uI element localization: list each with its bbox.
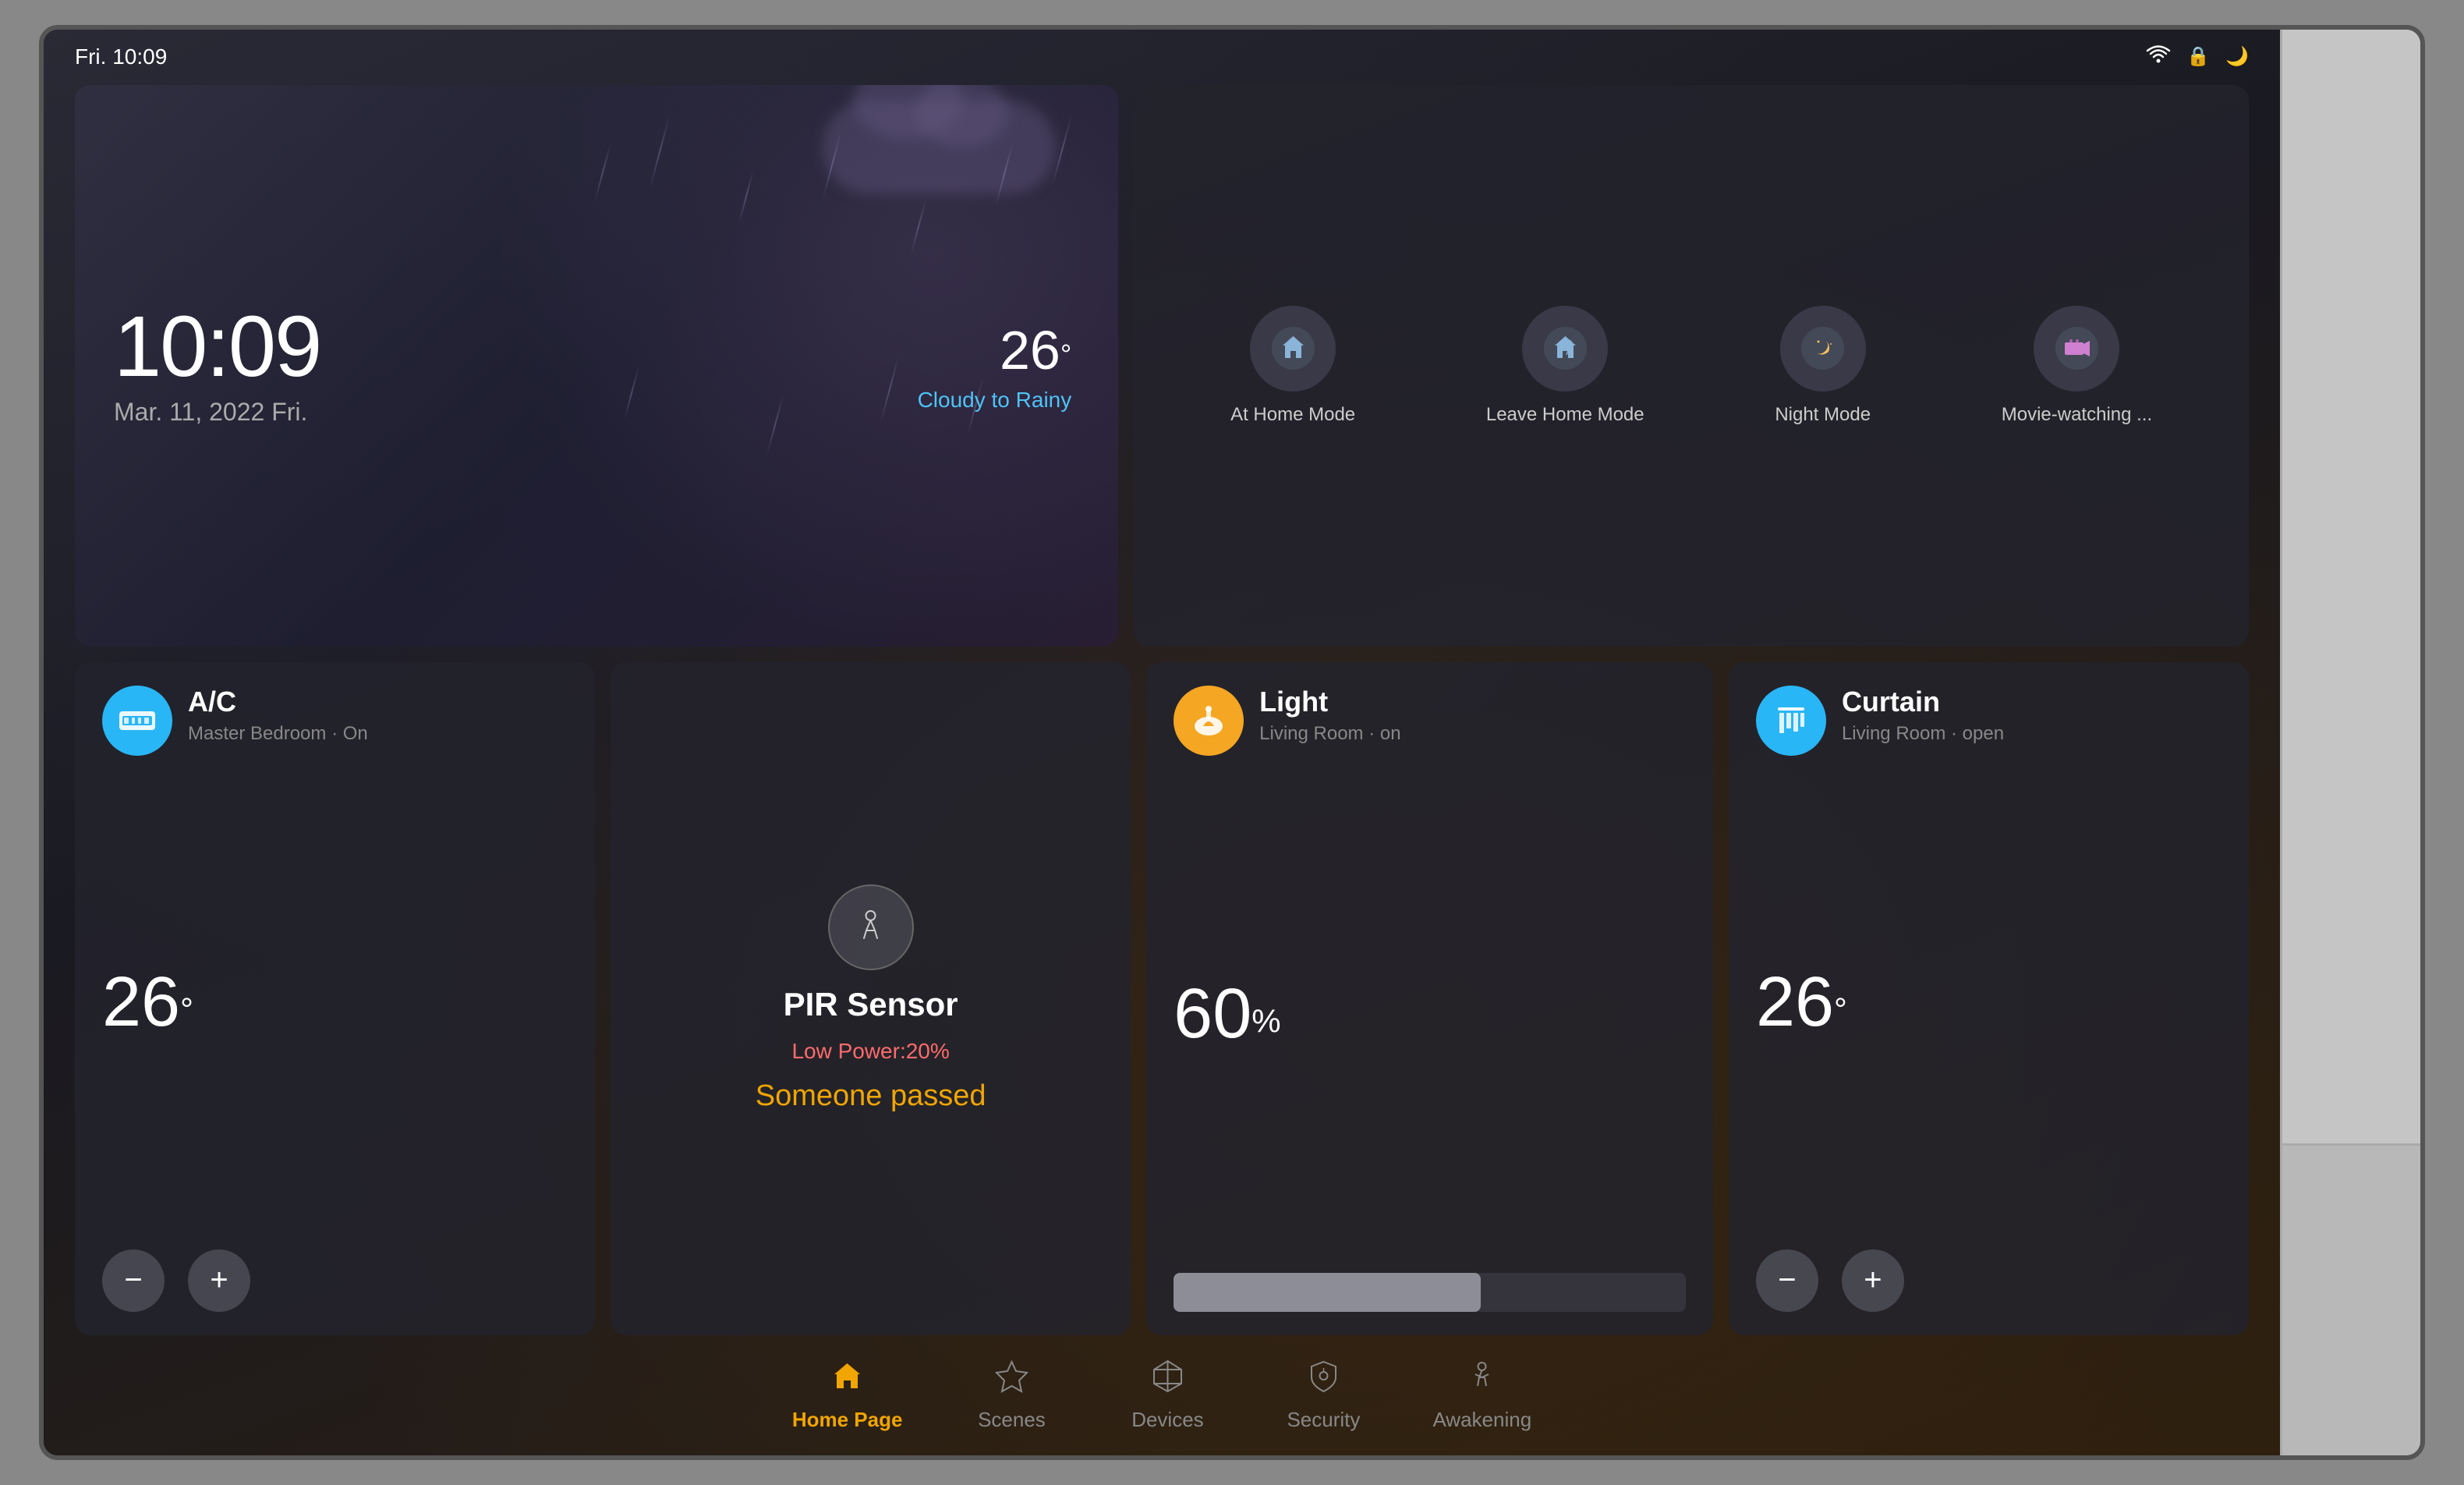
nav-home[interactable]: Home Page	[792, 1359, 903, 1432]
scene-at-home[interactable]: At Home Mode	[1230, 306, 1355, 426]
scene-at-home-icon	[1250, 306, 1336, 392]
nav-security-icon	[1306, 1359, 1341, 1402]
weather-description: Cloudy to Rainy	[918, 388, 1072, 413]
curtain-controls: − +	[1756, 1249, 2221, 1312]
right-panel-bottom	[2282, 1143, 2420, 1455]
nav-devices-icon	[1150, 1359, 1185, 1402]
weather-card: 10:09 Mar. 11, 2022 Fri. 26° Cloudy to R…	[75, 85, 1118, 647]
light-icon	[1174, 686, 1244, 756]
nav-devices-label: Devices	[1131, 1408, 1203, 1432]
bottom-row: A/C Master Bedroom · On 26° − +	[75, 662, 2249, 1335]
scene-night[interactable]: Night Mode	[1775, 306, 1871, 426]
nav-bar: Home Page Scenes	[44, 1343, 2280, 1455]
light-card[interactable]: Light Living Room · on 60%	[1146, 662, 1713, 1335]
pir-power-alert: Low Power:20%	[791, 1039, 949, 1064]
nav-scenes[interactable]: Scenes	[965, 1359, 1058, 1432]
scene-night-icon	[1780, 306, 1866, 392]
scene-at-home-label: At Home Mode	[1230, 404, 1355, 426]
curtain-name: Curtain	[1842, 686, 2004, 718]
ac-title-group: A/C Master Bedroom · On	[188, 686, 368, 745]
nav-scenes-icon	[994, 1359, 1029, 1402]
pir-card: PIR Sensor Low Power:20% Someone passed	[611, 662, 1131, 1335]
brightness-fill	[1174, 1273, 1481, 1312]
curtain-header: Curtain Living Room · open	[1756, 686, 2221, 756]
nav-home-label: Home Page	[792, 1408, 903, 1432]
scenes-card: At Home Mode Leave Home	[1134, 85, 2249, 647]
ac-subtitle: Master Bedroom · On	[188, 723, 368, 745]
ac-temperature: 26	[102, 963, 180, 1041]
pir-name: PIR Sensor	[784, 986, 958, 1023]
light-name: Light	[1259, 686, 1400, 718]
top-row: 10:09 Mar. 11, 2022 Fri. 26° Cloudy to R…	[75, 85, 2249, 647]
curtain-unit: °	[1834, 991, 1847, 1028]
main-screen: Fri. 10:09 🔒 🌙	[44, 30, 2280, 1455]
ac-unit: °	[180, 991, 193, 1028]
nav-security[interactable]: Security	[1276, 1359, 1370, 1432]
device-frame: Fri. 10:09 🔒 🌙	[39, 25, 2425, 1460]
nav-home-icon	[830, 1359, 865, 1402]
nav-awakening-icon	[1464, 1359, 1499, 1402]
curtain-value: 26	[1756, 963, 1834, 1041]
light-value-group: 60%	[1174, 979, 1686, 1049]
scene-leave-home[interactable]: Leave Home Mode	[1486, 306, 1644, 426]
ac-icon	[102, 686, 172, 756]
ac-controls: − +	[102, 1249, 568, 1312]
light-unit: %	[1251, 1003, 1280, 1040]
ac-decrease-button[interactable]: −	[102, 1249, 165, 1312]
scene-leave-home-icon	[1522, 306, 1608, 392]
weather-temperature: 26°	[918, 319, 1072, 381]
pir-status: Someone passed	[756, 1079, 986, 1113]
wifi-icon	[2146, 44, 2171, 69]
curtain-value-group: 26°	[1756, 967, 2221, 1037]
curtain-icon	[1756, 686, 1826, 756]
light-header: Light Living Room · on	[1174, 686, 1686, 756]
brightness-bar[interactable]	[1174, 1273, 1686, 1312]
nav-scenes-label: Scenes	[978, 1408, 1046, 1432]
weather-info: 26° Cloudy to Rainy	[918, 319, 1072, 413]
curtain-title-group: Curtain Living Room · open	[1842, 686, 2004, 745]
nav-awakening-label: Awakening	[1432, 1408, 1531, 1432]
curtain-decrease-button[interactable]: −	[1756, 1249, 1818, 1312]
right-panel-top	[2282, 30, 2420, 1143]
lock-icon: 🔒	[2186, 45, 2210, 68]
nav-devices[interactable]: Devices	[1120, 1359, 1214, 1432]
nav-awakening[interactable]: Awakening	[1432, 1359, 1531, 1432]
scene-movie-icon	[2034, 306, 2119, 392]
light-subtitle: Living Room · on	[1259, 723, 1400, 745]
scene-leave-home-label: Leave Home Mode	[1486, 404, 1644, 426]
ac-header: A/C Master Bedroom · On	[102, 686, 568, 756]
ac-increase-button[interactable]: +	[188, 1249, 250, 1312]
light-title-group: Light Living Room · on	[1259, 686, 1400, 745]
right-panel	[2280, 30, 2420, 1455]
curtain-card[interactable]: Curtain Living Room · open 26° − +	[1729, 662, 2249, 1335]
status-bar: Fri. 10:09 🔒 🌙	[44, 30, 2280, 77]
nav-security-label: Security	[1287, 1408, 1360, 1432]
scene-movie[interactable]: Movie-watching ...	[2002, 306, 2152, 426]
ac-value-group: 26°	[102, 967, 568, 1037]
pir-icon	[828, 884, 914, 970]
curtain-subtitle: Living Room · open	[1842, 723, 2004, 745]
scene-movie-label: Movie-watching ...	[2002, 404, 2152, 426]
light-brightness-value: 60	[1174, 975, 1251, 1053]
scene-night-label: Night Mode	[1775, 404, 1871, 426]
ac-card[interactable]: A/C Master Bedroom · On 26° − +	[75, 662, 595, 1335]
content-area: 10:09 Mar. 11, 2022 Fri. 26° Cloudy to R…	[44, 77, 2280, 1343]
status-icons: 🔒 🌙	[2146, 44, 2249, 69]
ac-name: A/C	[188, 686, 368, 718]
status-time: Fri. 10:09	[75, 44, 167, 69]
curtain-increase-button[interactable]: +	[1842, 1249, 1904, 1312]
moon-icon: 🌙	[2225, 45, 2249, 68]
